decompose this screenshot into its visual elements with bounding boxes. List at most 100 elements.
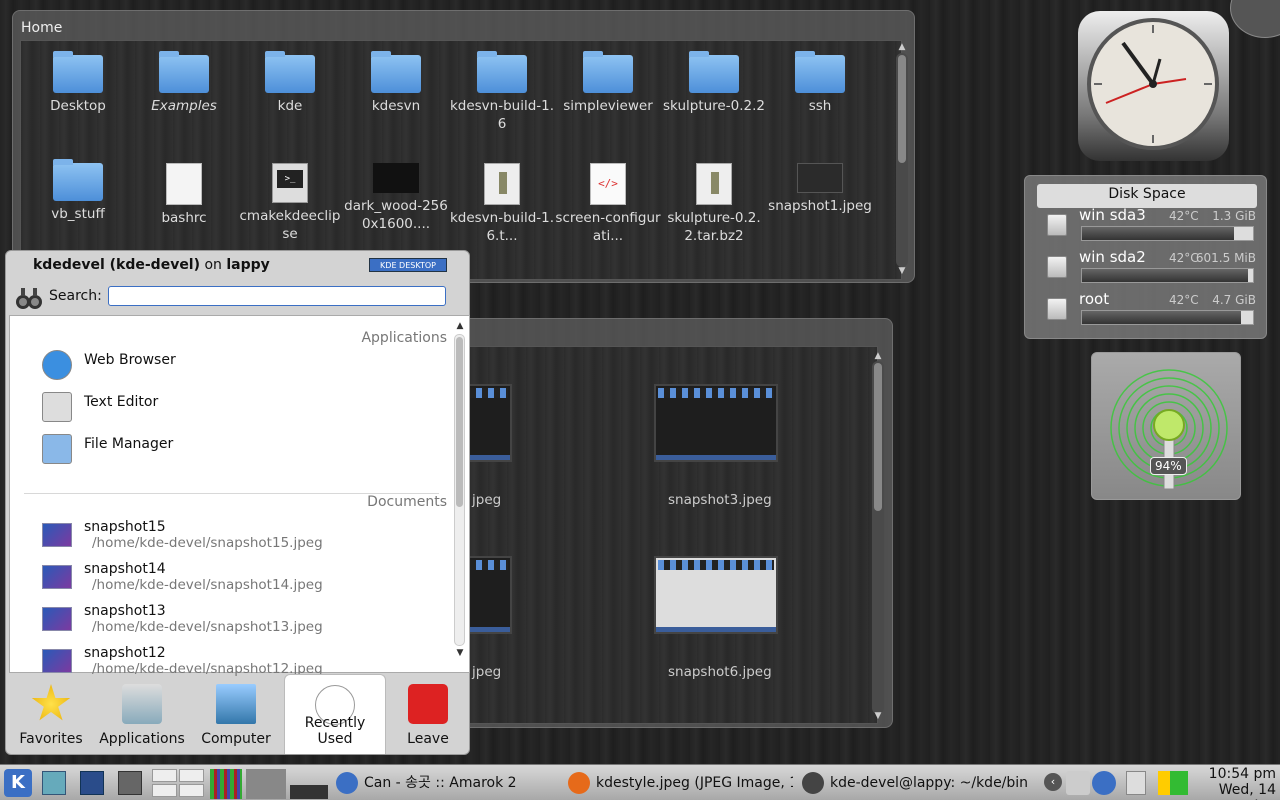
- pager[interactable]: [152, 769, 204, 797]
- application-item[interactable]: Text Editor: [84, 394, 158, 410]
- tab-label: Computer: [201, 731, 271, 747]
- tab-recently-used[interactable]: Recently Used: [284, 674, 386, 754]
- cpu-monitor: [210, 769, 242, 799]
- file-item[interactable]: ssh: [767, 51, 873, 115]
- file-item[interactable]: vb_stuff: [25, 159, 131, 223]
- file-item[interactable]: </> screen-configurati...: [555, 163, 661, 245]
- menu-user-name: kdedevel (kde-devel): [33, 257, 201, 273]
- application-item[interactable]: Web Browser: [84, 352, 176, 368]
- archive-icon: [696, 163, 732, 205]
- chevron-left-icon[interactable]: ‹: [1044, 773, 1062, 791]
- amarok-icon: [336, 772, 358, 794]
- file-item[interactable]: dark_wood-2560x1600....: [343, 163, 449, 233]
- taskbar-task-label: Can - 송곳 :: Amarok 2: [364, 775, 517, 791]
- volume-icon[interactable]: [1066, 771, 1090, 795]
- document-item-name[interactable]: snapshot13: [84, 603, 166, 619]
- digital-clock[interactable]: 10:54 pm Wed, 14 Jan: [1196, 766, 1276, 800]
- document-item-name[interactable]: snapshot15: [84, 519, 166, 535]
- snapshot6-label[interactable]: snapshot6.jpeg: [668, 664, 772, 680]
- file-item-label: kde: [277, 98, 303, 114]
- file-item-label: kdesvn-build-1.6: [449, 98, 555, 132]
- list-scrollbar[interactable]: [454, 334, 465, 646]
- taskbar-task-button[interactable]: kdestyle.jpeg (JPEG Image, 1: [568, 765, 793, 800]
- file-item[interactable]: kde: [237, 51, 343, 115]
- file-item[interactable]: kdesvn-build-1.6: [449, 51, 555, 133]
- desktop-toolbox-button[interactable]: [1230, 0, 1280, 38]
- power-icon: [408, 684, 448, 724]
- document-item-name[interactable]: snapshot12: [84, 645, 166, 661]
- image-file-icon: [797, 163, 843, 193]
- snapshot-label[interactable]: jpeg: [472, 664, 501, 680]
- recently-used-list: Applications Web Browser Text Editor File …: [9, 315, 470, 677]
- battery-icon[interactable]: [1158, 771, 1188, 795]
- document-item-name[interactable]: snapshot14: [84, 561, 166, 577]
- taskbar-task-button[interactable]: Can - 송곳 :: Amarok 2: [336, 765, 556, 800]
- application-item[interactable]: File Manager: [84, 436, 173, 452]
- file-item[interactable]: >_ cmakekdeeclipse: [237, 163, 343, 243]
- tab-leave[interactable]: Leave: [386, 674, 470, 754]
- folder-link-icon: [159, 51, 209, 93]
- tab-applications[interactable]: Applications: [96, 674, 188, 754]
- search-input[interactable]: [108, 286, 446, 306]
- list-scroll-up[interactable]: ▲: [454, 321, 466, 331]
- tab-label: Favorites: [19, 731, 83, 747]
- folderview-snapshots-scrollbar[interactable]: [872, 361, 884, 714]
- taskbar: K Can - 송곳 :: Amarok 2 kdestyle.jpeg (JPE…: [0, 764, 1280, 800]
- folder-icon: [689, 51, 739, 93]
- applications-section-header: Applications: [361, 330, 447, 346]
- star-icon: [31, 684, 71, 721]
- file-item[interactable]: bashrc: [131, 163, 237, 227]
- file-item[interactable]: Examples: [131, 51, 237, 115]
- trash-icon[interactable]: [1126, 771, 1146, 795]
- disk-space-title: Disk Space: [1037, 184, 1257, 208]
- scroll-down-arrow[interactable]: ▼: [872, 711, 884, 721]
- wifi-signal-widget[interactable]: 94%: [1091, 352, 1241, 500]
- file-item[interactable]: kdesvn: [343, 51, 449, 115]
- clock-date: Wed, 14 Jan: [1218, 782, 1276, 800]
- folderview-home-scrollbar[interactable]: [896, 53, 908, 267]
- disk-row: win sda3 42°C 1.3 GiB: [1045, 206, 1260, 246]
- hard-disk-icon: [1047, 214, 1067, 236]
- disk-name: root: [1079, 290, 1110, 308]
- desktop-background-icon[interactable]: [80, 771, 104, 795]
- tab-computer[interactable]: Computer: [192, 674, 280, 754]
- scroll-up-arrow[interactable]: ▲: [872, 351, 884, 361]
- html-file-icon: </>: [590, 163, 626, 205]
- list-scroll-down[interactable]: ▼: [454, 648, 466, 658]
- file-item-label: vb_stuff: [51, 206, 105, 222]
- file-item[interactable]: skulpture-0.2.2.tar.bz2: [661, 163, 767, 245]
- file-item-label: Examples: [151, 98, 217, 114]
- taskbar-task-button[interactable]: kde-devel@lappy: ~/kde/bin: [802, 765, 1034, 800]
- tab-label: Leave: [407, 731, 449, 747]
- document-item-path: /home/kde-devel/snapshot15.jpeg: [92, 535, 323, 551]
- tab-favorites[interactable]: Favorites: [10, 674, 92, 754]
- file-item[interactable]: simpleviewer: [555, 51, 661, 115]
- computer-icon: [216, 684, 256, 724]
- kickoff-tabs: Favorites Applications Computer Recently Us…: [6, 674, 469, 754]
- kde-desktop-badge: KDE DESKTOP: [369, 258, 447, 272]
- scroll-up-arrow[interactable]: ▲: [896, 42, 908, 52]
- snapshot6-thumbnail[interactable]: [654, 556, 778, 634]
- file-item[interactable]: snapshot1.jpeg: [767, 163, 873, 215]
- network-icon[interactable]: [118, 771, 142, 795]
- network-status-icon[interactable]: [1092, 771, 1116, 795]
- file-item[interactable]: kdesvn-build-1.6.t...: [449, 163, 555, 245]
- file-item-label: screen-configurati...: [555, 210, 661, 244]
- snapshot3-label[interactable]: snapshot3.jpeg: [668, 492, 772, 508]
- image-document-icon: [42, 523, 72, 547]
- document-item-path: /home/kde-devel/snapshot13.jpeg: [92, 619, 323, 635]
- snapshot3-thumbnail[interactable]: [654, 384, 778, 462]
- file-item[interactable]: Desktop: [25, 51, 131, 115]
- wifi-signal-text: 94%: [1150, 457, 1187, 475]
- file-item[interactable]: skulpture-0.2.2: [661, 51, 767, 115]
- show-desktop-icon[interactable]: [42, 771, 66, 795]
- folder-icon: [477, 51, 527, 93]
- text-file-icon: [166, 163, 202, 205]
- scroll-down-arrow[interactable]: ▼: [896, 266, 908, 276]
- kde-menu-button[interactable]: K: [4, 769, 32, 797]
- analog-clock-widget[interactable]: [1078, 11, 1229, 161]
- taskbar-task-label: kdestyle.jpeg (JPEG Image, 1: [596, 775, 793, 791]
- disk-space-widget: Disk Space win sda3 42°C 1.3 GiB win sda2 42…: [1024, 175, 1267, 339]
- disk-usage-bar: [1081, 226, 1254, 241]
- snapshot-label[interactable]: jpeg: [472, 492, 501, 508]
